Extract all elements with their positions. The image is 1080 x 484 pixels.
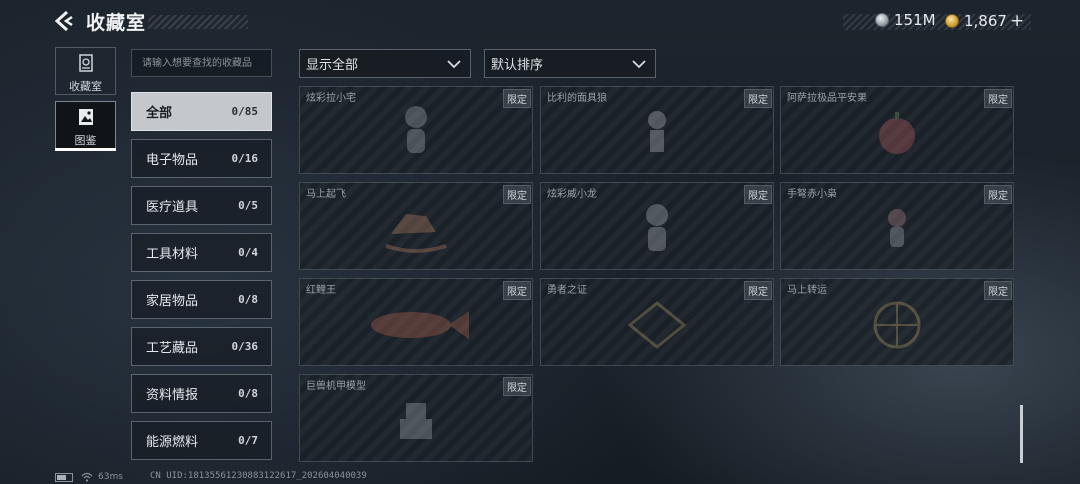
category-intel[interactable]: 资料情报 0/8 (131, 374, 272, 413)
category-count: 0/36 (231, 340, 259, 353)
category-count: 0/4 (238, 246, 258, 259)
category-count: 0/8 (238, 387, 258, 400)
dragon-figure-icon (646, 204, 668, 252)
nav-tab-collection[interactable]: 收藏室 (55, 47, 116, 95)
category-label: 能源燃料 (146, 435, 199, 450)
nav-tab-collection-label: 收藏室 (69, 80, 102, 93)
category-electronics[interactable]: 电子物品 0/16 (131, 139, 272, 178)
item-name: 炫彩威小龙 (547, 189, 597, 200)
collection-item-card[interactable]: 炫彩拉小宅 限定 (299, 86, 533, 174)
limited-badge: 限定 (503, 89, 531, 108)
add-currency-button[interactable]: + (1010, 11, 1024, 31)
limited-badge: 限定 (503, 281, 531, 300)
page-title: 收藏室 (86, 12, 147, 34)
limited-badge: 限定 (503, 185, 531, 204)
limited-badge: 限定 (744, 89, 772, 108)
category-all[interactable]: 全部 0/85 (131, 92, 272, 131)
owl-figure-icon (888, 209, 906, 248)
top-bar: 收藏室 151M 1,867 + (0, 0, 1080, 44)
collection-item-card[interactable]: 马上转运 限定 (780, 278, 1014, 366)
collection-grid: 炫彩拉小宅 限定 比利的面具狼 限定 阿萨拉极品平安果 限定 马上起飞 限定 炫… (299, 86, 1015, 464)
item-name: 比利的面具狼 (547, 93, 607, 104)
collection-item-card[interactable]: 红鲤王 限定 (299, 278, 533, 366)
collection-item-card[interactable]: 比利的面具狼 限定 (540, 86, 774, 174)
nav-tab-album[interactable]: 图鉴 (55, 101, 116, 151)
figure-icon (405, 106, 427, 154)
search-input[interactable] (131, 49, 272, 77)
status-bar: 63ms (55, 471, 123, 483)
gold-currency: 1,867 + (945, 11, 1024, 31)
category-medical[interactable]: 医疗道具 0/5 (131, 186, 272, 225)
battery-icon (55, 472, 73, 482)
filter-selected: 显示全部 (306, 58, 359, 73)
category-count: 0/8 (238, 293, 258, 306)
item-name: 手弩赤小枭 (787, 189, 837, 200)
chevron-down-icon (632, 60, 646, 69)
category-label: 医疗道具 (146, 200, 199, 215)
limited-badge: 限定 (744, 185, 772, 204)
category-label: 电子物品 (146, 153, 199, 168)
gold-coin-icon (945, 14, 959, 28)
category-count: 0/7 (238, 434, 258, 447)
apple-icon (879, 112, 915, 155)
category-label: 工艺藏品 (146, 341, 199, 356)
limited-badge: 限定 (984, 185, 1012, 204)
collection-item-card[interactable]: 勇者之证 限定 (540, 278, 774, 366)
silver-coin-icon (875, 13, 889, 27)
chevron-down-icon (447, 60, 461, 69)
category-label: 资料情报 (146, 388, 199, 403)
collection-item-card[interactable]: 炫彩威小龙 限定 (540, 182, 774, 270)
item-name: 巨兽机甲模型 (306, 381, 366, 392)
limited-badge: 限定 (984, 281, 1012, 300)
title-decoration (148, 15, 248, 29)
item-name: 阿萨拉极品平安果 (787, 93, 867, 104)
item-name: 红鲤王 (306, 285, 336, 296)
item-name: 炫彩拉小宅 (306, 93, 356, 104)
category-label: 全部 (146, 106, 173, 121)
sort-dropdown[interactable]: 默认排序 (484, 49, 656, 78)
silver-currency: 151M (875, 11, 936, 29)
koi-fish-icon (371, 311, 469, 340)
item-name: 马上起飞 (306, 189, 346, 200)
back-arrow-icon[interactable] (52, 9, 76, 33)
badge-icon (627, 301, 687, 350)
category-label: 工具材料 (146, 247, 199, 262)
category-label: 家居物品 (146, 294, 199, 309)
category-energy[interactable]: 能源燃料 0/7 (131, 421, 272, 460)
collection-item-card[interactable]: 巨兽机甲模型 限定 (299, 374, 533, 462)
wifi-icon (81, 472, 93, 482)
silver-amount: 151M (894, 11, 936, 29)
filter-dropdown[interactable]: 显示全部 (299, 49, 471, 78)
user-uid: CN UID:18135561230883122617_202604040039 (150, 471, 367, 481)
limited-badge: 限定 (744, 281, 772, 300)
item-name: 马上转运 (787, 285, 827, 296)
category-tools[interactable]: 工具材料 0/4 (131, 233, 272, 272)
album-icon (78, 109, 93, 125)
grid-scrollbar[interactable] (1020, 405, 1023, 463)
gold-amount: 1,867 (964, 12, 1007, 30)
collection-item-card[interactable]: 阿萨拉极品平安果 限定 (780, 86, 1014, 174)
mech-model-icon (400, 403, 432, 440)
limited-badge: 限定 (503, 377, 531, 396)
collection-item-card[interactable]: 马上起飞 限定 (299, 182, 533, 270)
collection-item-card[interactable]: 手弩赤小枭 限定 (780, 182, 1014, 270)
ping-value: 63ms (98, 472, 123, 482)
nav-tab-album-label: 图鉴 (74, 134, 97, 147)
category-crafts[interactable]: 工艺藏品 0/36 (131, 327, 272, 366)
category-household[interactable]: 家居物品 0/8 (131, 280, 272, 319)
item-name: 勇者之证 (547, 285, 587, 296)
limited-badge: 限定 (984, 89, 1012, 108)
category-count: 0/5 (238, 199, 258, 212)
category-count: 0/85 (231, 105, 259, 118)
collection-room-icon (78, 54, 93, 72)
category-count: 0/16 (231, 152, 259, 165)
fortune-wheel-icon (873, 301, 921, 349)
mask-figure-icon (648, 111, 666, 153)
rocking-horse-icon (385, 214, 447, 254)
sort-selected: 默认排序 (491, 58, 544, 73)
